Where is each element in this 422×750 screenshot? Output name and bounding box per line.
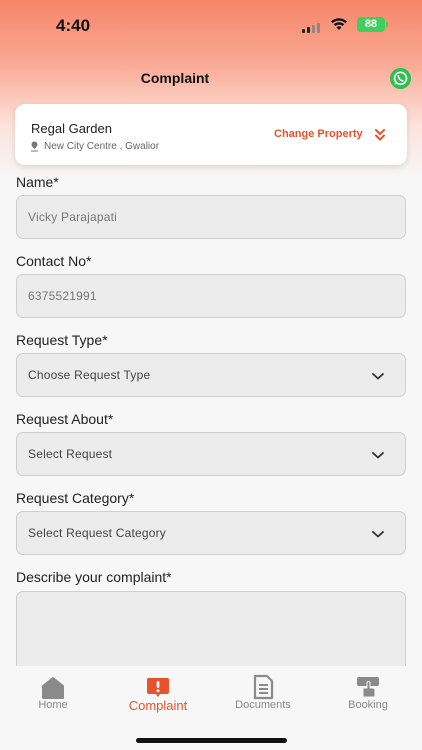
wifi-icon bbox=[331, 18, 347, 30]
tab-home-label: Home bbox=[38, 699, 68, 711]
change-property-button[interactable]: Change Property bbox=[274, 128, 363, 140]
request-about-select[interactable]: Select Request bbox=[16, 432, 406, 476]
complaint-icon bbox=[147, 678, 169, 697]
request-category-label: Request Category* bbox=[16, 490, 135, 506]
double-chevron-down-icon[interactable] bbox=[374, 128, 386, 142]
tab-complaint-label: Complaint bbox=[128, 698, 188, 713]
request-type-value: Choose Request Type bbox=[28, 368, 151, 382]
request-type-label: Request Type* bbox=[16, 332, 108, 348]
tab-booking-label: Booking bbox=[348, 699, 388, 711]
chevron-down-icon bbox=[372, 531, 384, 538]
name-label: Name* bbox=[16, 174, 59, 190]
home-icon bbox=[42, 677, 64, 699]
booking-icon bbox=[357, 677, 379, 698]
request-category-value: Select Request Category bbox=[28, 526, 167, 540]
request-about-label: Request About* bbox=[16, 411, 114, 427]
page-title: Complaint bbox=[140, 70, 210, 86]
chevron-down-icon bbox=[372, 452, 384, 459]
property-name: Regal Garden bbox=[31, 121, 112, 136]
contact-value: 6375521991 bbox=[28, 289, 97, 303]
request-category-select[interactable]: Select Request Category bbox=[16, 511, 406, 555]
whatsapp-icon[interactable] bbox=[390, 68, 411, 89]
status-bar: 4:40 88 bbox=[0, 0, 422, 50]
name-field[interactable]: Vicky Parajapati bbox=[16, 195, 406, 239]
request-about-value: Select Request bbox=[28, 447, 113, 461]
contact-label: Contact No* bbox=[16, 253, 92, 269]
tab-documents-label: Documents bbox=[235, 699, 291, 711]
chevron-down-icon bbox=[372, 373, 384, 380]
documents-icon bbox=[253, 674, 274, 700]
property-card[interactable]: Regal Garden New City Centre , Gwalior C… bbox=[15, 104, 407, 165]
status-time: 4:40 bbox=[56, 16, 91, 35]
battery-icon: 88 bbox=[357, 17, 388, 32]
description-label: Describe your complaint* bbox=[16, 569, 172, 585]
location-pin-icon bbox=[31, 141, 38, 152]
property-location: New City Centre , Gwalior bbox=[44, 141, 160, 152]
home-indicator bbox=[136, 738, 287, 743]
contact-field[interactable]: 6375521991 bbox=[16, 274, 406, 318]
name-value: Vicky Parajapati bbox=[28, 210, 118, 224]
request-type-select[interactable]: Choose Request Type bbox=[16, 353, 406, 397]
cellular-signal-icon bbox=[302, 21, 322, 33]
